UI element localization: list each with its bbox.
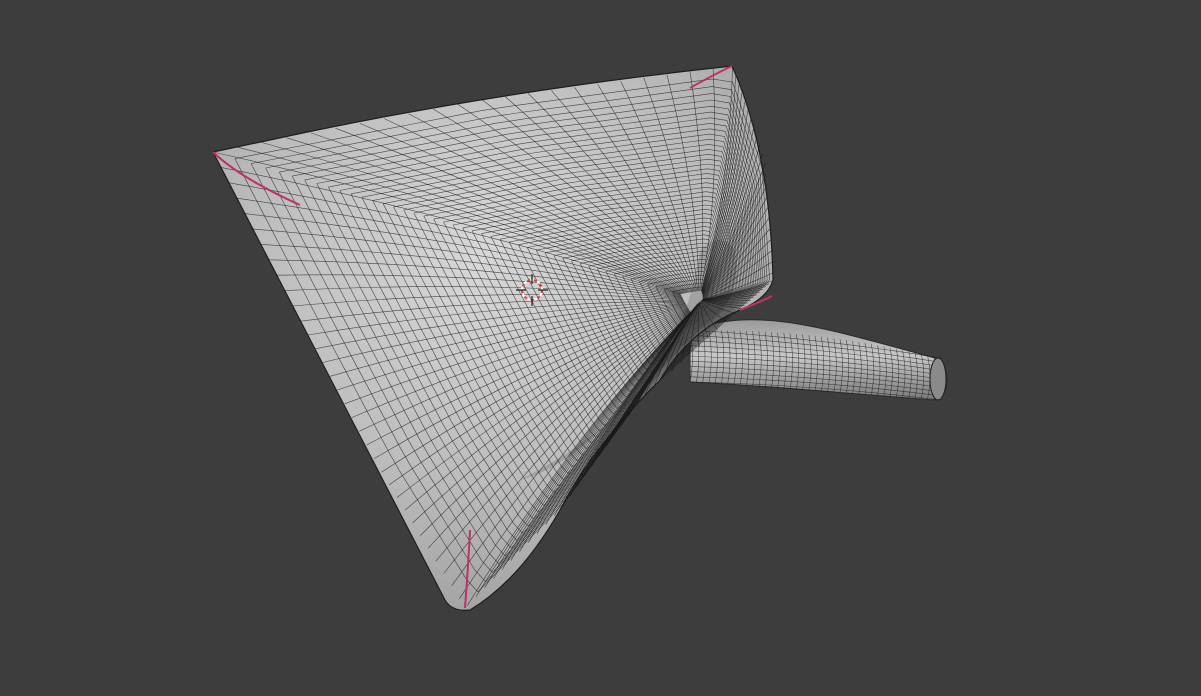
3d-viewport[interactable] [0, 0, 1201, 696]
spout-end-cap [929, 357, 947, 401]
funnel-mesh[interactable] [0, 0, 1201, 696]
